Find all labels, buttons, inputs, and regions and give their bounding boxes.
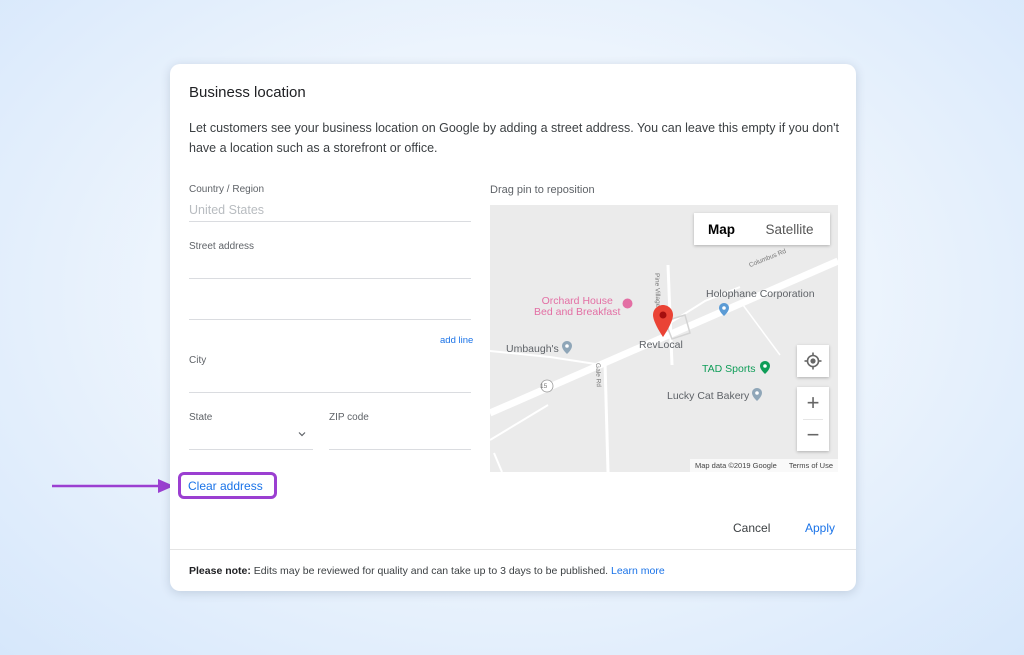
lodging-icon bbox=[622, 298, 633, 309]
crosshair-icon bbox=[804, 352, 822, 370]
place-pin-icon bbox=[719, 303, 729, 316]
city-label: City bbox=[189, 355, 207, 366]
dialog-title: Business location bbox=[189, 84, 306, 101]
annotation-arrow bbox=[52, 479, 174, 493]
map-marker-icon[interactable] bbox=[653, 305, 673, 337]
zip-label: ZIP code bbox=[329, 412, 369, 423]
zoom-out-button[interactable]: − bbox=[797, 419, 829, 451]
place-pin-icon bbox=[562, 341, 572, 354]
zip-input[interactable] bbox=[329, 449, 471, 450]
poi-tad-sports[interactable]: TAD Sports bbox=[702, 363, 755, 375]
terms-of-use-link[interactable]: Terms of Use bbox=[789, 461, 833, 470]
dialog-footer: Please note: Edits may be reviewed for q… bbox=[170, 549, 856, 591]
note-text: Edits may be reviewed for quality and ca… bbox=[250, 565, 611, 577]
street-input-1[interactable] bbox=[189, 278, 471, 279]
state-select[interactable] bbox=[189, 449, 313, 450]
add-line-link[interactable]: add line bbox=[440, 335, 473, 346]
state-label: State bbox=[189, 412, 213, 423]
map-type-toggle: Map Satellite bbox=[694, 213, 830, 245]
poi-umbaughs[interactable]: Umbaugh's bbox=[506, 343, 559, 355]
poi-revlocal[interactable]: RevLocal bbox=[639, 339, 683, 351]
poi-holophane[interactable]: Holophane Corporation bbox=[706, 288, 815, 300]
poi-orchard-house[interactable]: Orchard House Bed and Breakfast bbox=[534, 296, 620, 318]
drag-pin-label: Drag pin to reposition bbox=[490, 184, 595, 196]
business-location-dialog: Business location Let customers see your… bbox=[170, 64, 856, 591]
map-type-map[interactable]: Map bbox=[694, 213, 749, 245]
cancel-button[interactable]: Cancel bbox=[733, 521, 770, 535]
zoom-in-button[interactable]: + bbox=[797, 387, 829, 419]
zoom-controls: + − bbox=[797, 387, 829, 451]
map-data-credit: Map data ©2019 Google bbox=[694, 461, 777, 470]
apply-button[interactable]: Apply bbox=[805, 521, 835, 535]
note-label: Please note: bbox=[189, 565, 251, 577]
map-attribution: Map data ©2019 Google Terms of Use bbox=[689, 459, 838, 472]
street-input-2[interactable] bbox=[189, 319, 471, 320]
my-location-button[interactable] bbox=[797, 345, 829, 377]
map-type-satellite[interactable]: Satellite bbox=[749, 213, 830, 245]
place-pin-icon bbox=[752, 388, 762, 401]
country-label: Country / Region bbox=[189, 184, 265, 195]
gale-rd-label: Gale Rd bbox=[594, 363, 602, 388]
place-pin-icon bbox=[760, 361, 770, 374]
route-15-label: 15 bbox=[540, 383, 548, 390]
dialog-description: Let customers see your business location… bbox=[189, 121, 839, 155]
poi-lucky-cat[interactable]: Lucky Cat Bakery bbox=[667, 390, 749, 402]
learn-more-link[interactable]: Learn more bbox=[611, 565, 665, 577]
street-label: Street address bbox=[189, 241, 255, 252]
clear-address-button[interactable]: Clear address bbox=[188, 479, 263, 493]
country-underline bbox=[189, 221, 471, 222]
zoom-separator bbox=[803, 419, 823, 420]
city-input[interactable] bbox=[189, 392, 471, 393]
country-field[interactable]: United States bbox=[189, 203, 264, 217]
footer-note: Please note: Edits may be reviewed for q… bbox=[189, 565, 665, 577]
chevron-down-icon[interactable] bbox=[298, 430, 306, 438]
map-view[interactable]: 15 Columbus Rd Pine Village Dr Gale Rd O… bbox=[490, 205, 838, 472]
